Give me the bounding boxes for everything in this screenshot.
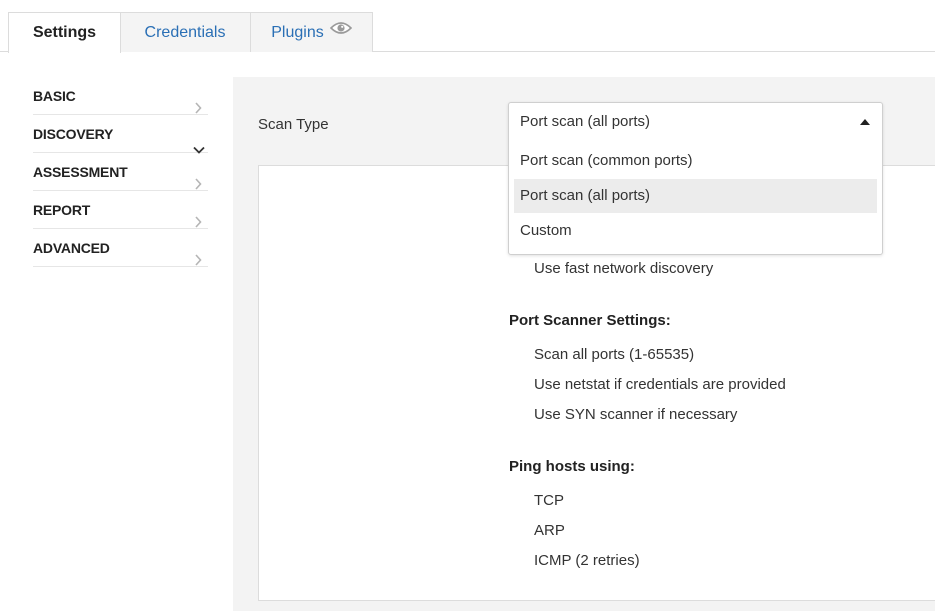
tab-settings-label: Settings: [32, 24, 97, 41]
tab-credentials-label: Credentials: [144, 24, 226, 41]
sidebar-item-label: ASSESSMENT: [33, 164, 128, 180]
tab-bar: Settings Credentials Plugins: [0, 0, 935, 53]
settings-sidebar: BASIC DISCOVERY ASSESSMENT REPORT ADVANC…: [33, 77, 208, 267]
scan-type-option-common-ports[interactable]: Port scan (common ports): [514, 144, 877, 178]
scan-type-selected-label: Port scan (all ports): [520, 113, 651, 130]
chevron-right-icon: [194, 242, 202, 280]
eye-icon: [329, 11, 352, 51]
tab-settings[interactable]: Settings: [8, 12, 121, 53]
ping-hosts-line: ARP: [534, 522, 565, 539]
scan-type-select[interactable]: Port scan (all ports) Port scan (common …: [508, 102, 883, 255]
tab-plugins-label: Plugins: [271, 24, 324, 41]
port-scanner-line: Use netstat if credentials are provided: [534, 376, 786, 393]
fast-discovery-line: Use fast network discovery: [534, 260, 714, 277]
tab-credentials[interactable]: Credentials: [120, 12, 251, 52]
sidebar-item-report[interactable]: REPORT: [33, 191, 208, 229]
scan-type-option-all-ports[interactable]: Port scan (all ports): [514, 179, 877, 213]
option-label: Custom: [520, 222, 572, 239]
ping-hosts-line: ICMP (2 retries): [534, 552, 640, 569]
scan-type-selected-value[interactable]: Port scan (all ports): [509, 103, 882, 141]
option-label: Port scan (all ports): [520, 187, 651, 204]
tab-plugins[interactable]: Plugins: [251, 12, 373, 52]
scan-type-label: Scan Type: [258, 116, 329, 133]
sidebar-item-label: ADVANCED: [33, 240, 110, 256]
port-scanner-line: Scan all ports (1-65535): [534, 346, 695, 363]
sidebar-item-assessment[interactable]: ASSESSMENT: [33, 153, 208, 191]
sidebar-item-advanced[interactable]: ADVANCED: [33, 229, 208, 267]
option-label: Port scan (common ports): [520, 152, 693, 169]
sidebar-item-discovery[interactable]: DISCOVERY: [33, 115, 208, 154]
ping-hosts-line: TCP: [534, 492, 564, 509]
ping-hosts-heading: Ping hosts using:: [509, 458, 635, 475]
caret-up-icon: [860, 119, 870, 125]
port-scanner-heading: Port Scanner Settings:: [509, 312, 671, 329]
sidebar-item-label: DISCOVERY: [33, 126, 114, 142]
scan-type-option-custom[interactable]: Custom: [514, 214, 877, 248]
port-scanner-line: Use SYN scanner if necessary: [534, 406, 738, 423]
sidebar-item-label: REPORT: [33, 202, 91, 218]
sidebar-item-label: BASIC: [33, 88, 76, 104]
sidebar-item-basic[interactable]: BASIC: [33, 77, 208, 115]
